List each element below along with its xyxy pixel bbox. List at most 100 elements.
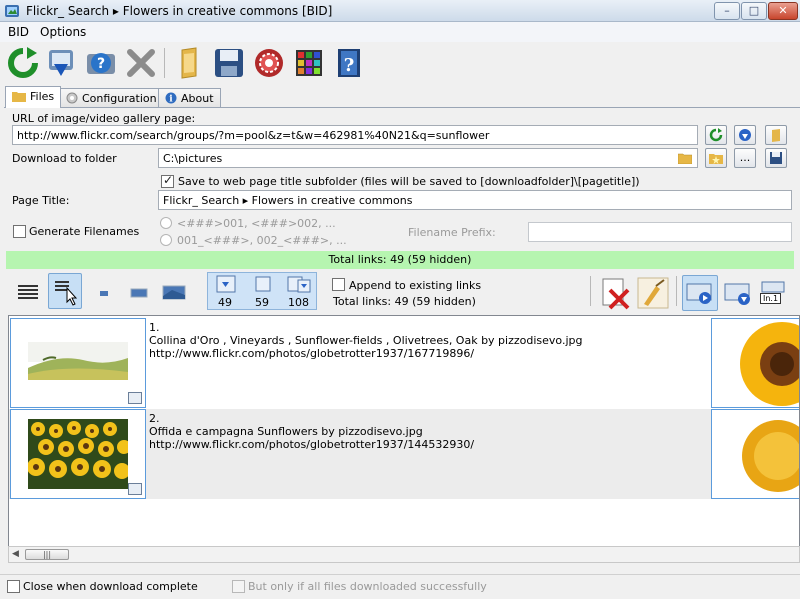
filename-prefix-input[interactable]: [528, 222, 792, 242]
preview-frame[interactable]: [711, 318, 799, 408]
append-links-checkbox[interactable]: [332, 278, 345, 291]
scroll-thumb[interactable]: |||: [25, 549, 69, 560]
menu-options[interactable]: Options: [40, 25, 86, 39]
status-bar: Close when download complete But only if…: [0, 574, 800, 599]
menu-bid[interactable]: BID: [8, 25, 29, 39]
item-text: 1. Collina d'Oro , Vineyards , Sunflower…: [149, 321, 582, 360]
url-label: URL of image/video gallery page:: [12, 112, 196, 125]
sunflower-closeup-preview: [712, 410, 799, 498]
save-icon: [770, 152, 782, 164]
page-icon: [761, 281, 785, 293]
item-index: 1.: [149, 321, 160, 334]
page-title-input[interactable]: Flickr_ Search ▸ Flowers in creative com…: [158, 190, 792, 210]
settings-icon[interactable]: [252, 46, 286, 80]
svg-text:?: ?: [344, 55, 355, 76]
minimize-button[interactable]: –: [714, 2, 740, 20]
menu-bar: BID Options: [0, 22, 800, 42]
list-view-button[interactable]: [48, 273, 82, 309]
save-icon[interactable]: [212, 46, 246, 80]
stop-icon[interactable]: [124, 46, 158, 80]
large-thumbs-icon[interactable]: [160, 278, 188, 308]
title-bar: Flickr_ Search ▸ Flowers in creative com…: [0, 0, 800, 22]
browse-button[interactable]: ...: [734, 148, 756, 168]
folder-icon[interactable]: [678, 152, 692, 164]
sunflower-preview: [712, 319, 799, 407]
folder-icon: [12, 92, 26, 102]
subfolder-checkbox[interactable]: [161, 173, 174, 188]
medium-thumbs-icon[interactable]: [125, 278, 153, 308]
item-title: Collina d'Oro , Vineyards , Sunflower-fi…: [149, 334, 583, 347]
toolbar-separator: [164, 48, 165, 78]
list-view-icon: [55, 281, 78, 306]
save-folder-button[interactable]: [765, 148, 787, 168]
help-icon[interactable]: ?: [84, 46, 118, 80]
radio-prefix-numbering[interactable]: [160, 234, 172, 246]
total-links-bar: Total links: 49 (59 hidden): [6, 251, 794, 269]
preview-toggle-button[interactable]: [682, 275, 718, 311]
list-item[interactable]: 2. Offida e campagna Sunflowers by pizzo…: [9, 409, 799, 499]
window-title: Flickr_ Search ▸ Flowers in creative com…: [26, 4, 333, 18]
subfolder-label: Save to web page title subfolder (files …: [178, 175, 640, 188]
link-badge-icon: [128, 392, 142, 404]
small-thumbs-icon[interactable]: [90, 278, 118, 308]
folder-icon[interactable]: [172, 46, 206, 80]
folder-star-icon: [709, 154, 723, 164]
only-success-checkbox[interactable]: [232, 580, 245, 593]
download-icon[interactable]: [44, 46, 78, 80]
item-title: Offida e campagna Sunflowers by pizzodis…: [149, 425, 423, 438]
append-links-label: Append to existing links: [349, 279, 482, 292]
view-total-links: Total links: 49 (59 hidden): [333, 295, 476, 308]
download-url-button[interactable]: [734, 125, 756, 145]
count-all: 108: [288, 296, 309, 309]
main-toolbar: ? ?: [0, 42, 800, 84]
item-text: 2. Offida e campagna Sunflowers by pizzo…: [149, 412, 474, 451]
generate-filenames-label: Generate Filenames: [29, 225, 140, 238]
info-icon: i: [165, 92, 177, 104]
filename-prefix-label: Filename Prefix:: [408, 226, 496, 239]
link-badge-icon: [128, 483, 142, 495]
radio-suffix-label: <###>001, <###>002, ...: [177, 217, 336, 230]
download-folder-input[interactable]: C:\pictures: [158, 148, 698, 168]
preview-frame[interactable]: [711, 409, 799, 499]
filter-shown-icon[interactable]: [213, 274, 239, 296]
details-view-icon[interactable]: [14, 278, 42, 308]
close-button[interactable]: ✕: [768, 2, 798, 20]
thumbnail-frame[interactable]: [10, 409, 146, 499]
maximize-button[interactable]: □: [741, 2, 767, 20]
tab-files[interactable]: Files: [5, 86, 62, 108]
page-title-label: Page Title:: [12, 194, 70, 207]
grid-icon[interactable]: [292, 46, 326, 80]
app-icon: [5, 5, 19, 17]
url-input[interactable]: http://www.flickr.com/search/groups/?m=p…: [12, 125, 698, 145]
folder-favorites-button[interactable]: [705, 148, 727, 168]
generate-filenames-checkbox[interactable]: [13, 225, 26, 238]
filter-all-icon[interactable]: [285, 274, 313, 296]
clean-icon[interactable]: [636, 276, 670, 310]
gear-icon: [66, 92, 78, 104]
item-url: http://www.flickr.com/photos/globetrotte…: [149, 347, 475, 360]
page-label: In.1: [760, 293, 782, 304]
list-item[interactable]: 1. Collina d'Oro , Vineyards , Sunflower…: [9, 318, 799, 408]
radio-suffix-numbering[interactable]: [160, 217, 172, 229]
svg-text:?: ?: [97, 56, 105, 72]
download-folder-label: Download to folder: [12, 152, 117, 165]
scroll-left-icon[interactable]: ◀: [12, 549, 19, 559]
only-success-label: But only if all files downloaded success…: [248, 580, 487, 593]
links-list[interactable]: 1. Collina d'Oro , Vineyards , Sunflower…: [8, 315, 800, 547]
filter-hidden-icon[interactable]: [250, 274, 276, 296]
thumbnail-sunflower-field: [28, 419, 128, 489]
refresh-icon: [709, 128, 723, 142]
thumbnail-frame[interactable]: [10, 318, 146, 408]
go-button[interactable]: [705, 125, 727, 145]
svg-text:i: i: [169, 95, 173, 105]
clear-list-icon[interactable]: [598, 276, 632, 310]
download-selected-icon[interactable]: [722, 276, 756, 310]
refresh-icon[interactable]: [6, 46, 40, 80]
tab-configuration[interactable]: Configuration: [59, 88, 164, 108]
tab-about[interactable]: i About: [158, 88, 221, 108]
about-icon[interactable]: ?: [332, 46, 366, 80]
horizontal-scrollbar[interactable]: ◀ |||: [8, 546, 800, 563]
close-when-done-checkbox[interactable]: [7, 580, 20, 593]
open-folder-button[interactable]: [765, 125, 787, 145]
page-indicator[interactable]: In.1: [760, 280, 786, 310]
